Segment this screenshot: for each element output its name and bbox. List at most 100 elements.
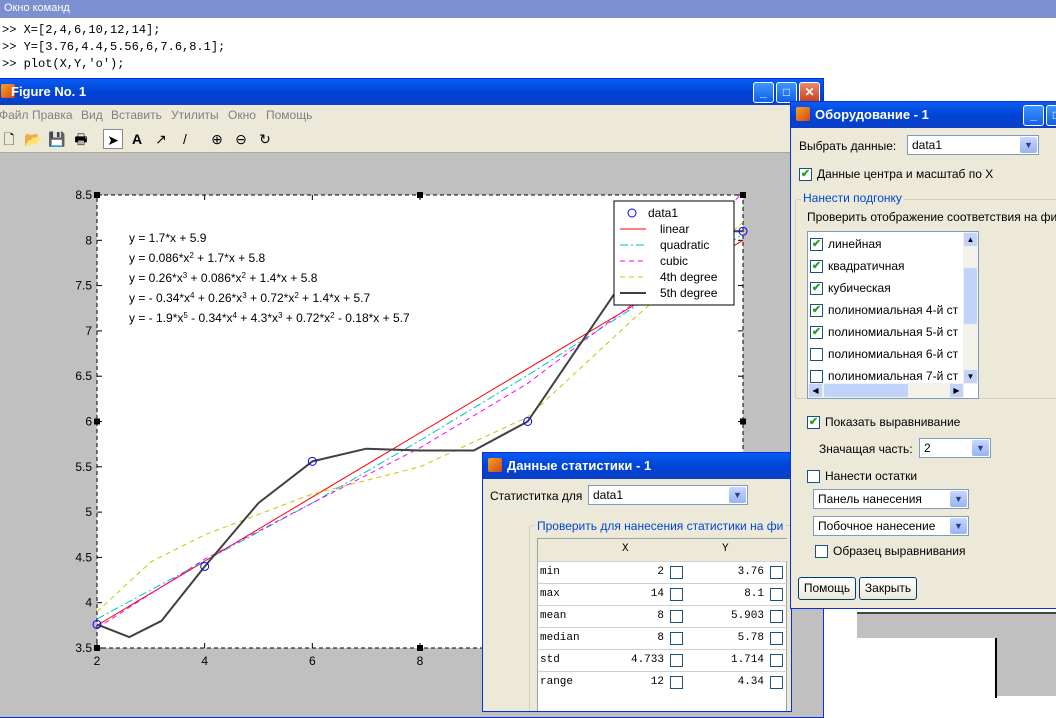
center-scale-label: Данные центра и масштаб по X: [817, 167, 994, 181]
stat-y-checkbox[interactable]: [770, 588, 783, 601]
y-tick-label: 7: [85, 324, 92, 338]
scroll-up-icon[interactable]: ▲: [964, 233, 977, 246]
fitting-title-bar[interactable]: Оборудование - 1 _ □: [791, 102, 1056, 128]
figure-title-bar[interactable]: Figure No. 1 _ □ ✕: [0, 79, 823, 105]
stat-y-value: 4.34: [737, 676, 764, 688]
fit-equation: y = 0.26*x3 + 0.086*x2 + 1.4*x + 5.8: [129, 271, 318, 286]
fit-equation: y = - 1.9*x5 - 0.34*x4 + 4.3*x3 + 0.72*x…: [129, 311, 410, 326]
fit-checkbox[interactable]: ✔: [810, 260, 823, 273]
stats-group-title: Проверить для нанесения статистики на фи: [535, 519, 786, 533]
help-button[interactable]: Помощь: [798, 577, 856, 600]
fit-checkbox[interactable]: ✔: [810, 238, 823, 251]
center-scale-checkbox[interactable]: ✔: [799, 168, 812, 181]
zoom-in-icon[interactable]: ⊕: [207, 129, 227, 149]
scroll-thumb[interactable]: [824, 384, 908, 397]
menu-help[interactable]: Помощь: [266, 108, 312, 122]
stat-name: min: [540, 566, 560, 578]
stat-x-checkbox[interactable]: [670, 610, 683, 623]
show-equations-checkbox[interactable]: ✔: [807, 416, 820, 429]
fit-checkbox[interactable]: [810, 370, 823, 383]
fit-list-item[interactable]: ✔ линейная: [810, 234, 964, 256]
save-icon[interactable]: 💾: [47, 129, 67, 149]
menu-view[interactable]: Вид: [81, 108, 103, 122]
arrow-icon[interactable]: ↗: [151, 129, 171, 149]
fit-checkbox[interactable]: [810, 348, 823, 361]
figure-menu-bar: Файл Правка Вид Вставить Утилиты Окно По…: [0, 105, 823, 125]
zoom-out-icon[interactable]: ⊖: [231, 129, 251, 149]
vertical-scrollbar[interactable]: ▲ ▼: [963, 232, 978, 384]
minimize-button[interactable]: _: [1023, 105, 1044, 126]
y-tick-label: 4: [85, 596, 92, 610]
scroll-down-icon[interactable]: ▼: [964, 370, 977, 383]
maximize-button[interactable]: □: [1046, 105, 1056, 126]
background-panel: [857, 638, 997, 698]
stat-data-select[interactable]: data1 ▼: [588, 485, 748, 505]
maximize-button[interactable]: □: [776, 82, 797, 103]
residual-plot-type-dropdown[interactable]: Панель нанесения ▼: [813, 489, 969, 509]
stat-y-checkbox[interactable]: [770, 632, 783, 645]
y-tick-label: 7.5: [75, 279, 92, 293]
fit-types-list[interactable]: ✔ линейная ✔ квадратичная ✔ кубическая ✔ полино…: [807, 231, 979, 399]
new-file-icon[interactable]: 🗋: [0, 129, 19, 149]
table-row: range 12 4.34: [538, 671, 788, 693]
fit-label: полиномиальная 6-й ст: [828, 347, 959, 361]
close-button[interactable]: ✕: [799, 82, 820, 103]
stat-y-checkbox[interactable]: [770, 676, 783, 689]
fit-list-item[interactable]: полиномиальная 6-й ст: [810, 344, 964, 366]
legend-label: cubic: [660, 254, 688, 268]
stats-title-bar[interactable]: Данные статистики - 1: [483, 453, 791, 479]
menu-file[interactable]: Файл: [0, 108, 29, 122]
command-line: >> Y=[3.76,4.4,5.56,6,7.6,8.1];: [2, 40, 226, 54]
horizontal-scrollbar[interactable]: ◀ ▶: [808, 383, 964, 398]
table-row: mean 8 5.903: [538, 605, 788, 627]
menu-tools[interactable]: Утилиты: [171, 108, 219, 122]
scroll-left-icon[interactable]: ◀: [809, 384, 822, 397]
scroll-thumb[interactable]: [964, 268, 977, 324]
plot-residuals-checkbox[interactable]: [807, 470, 820, 483]
fit-list-item[interactable]: ✔ полиномиальная 5-й ст: [810, 322, 964, 344]
x-tick-label: 8: [417, 654, 424, 668]
y-tick-label: 8.5: [75, 188, 92, 202]
scroll-right-icon[interactable]: ▶: [950, 384, 963, 397]
stat-x-checkbox[interactable]: [670, 654, 683, 667]
menu-window[interactable]: Окно: [228, 108, 256, 122]
select-arrow-icon[interactable]: ➤: [103, 129, 123, 149]
fit-checkbox[interactable]: ✔: [810, 326, 823, 339]
check-fits-label: Проверить отображение соответствия на фи: [807, 210, 1056, 224]
stat-for-label: Статиститка для: [490, 489, 583, 503]
stats-title: Данные статистики - 1: [507, 458, 652, 473]
text-icon[interactable]: A: [127, 129, 147, 149]
residual-location-dropdown[interactable]: Побочное нанесение ▼: [813, 516, 969, 536]
stat-x-checkbox[interactable]: [670, 632, 683, 645]
menu-insert[interactable]: Вставить: [111, 108, 162, 122]
significant-digits-label: Значащая часть:: [819, 442, 913, 456]
fit-list-item[interactable]: ✔ кубическая: [810, 278, 964, 300]
open-folder-icon[interactable]: 📂: [23, 129, 43, 149]
minimize-button[interactable]: _: [753, 82, 774, 103]
menu-edit[interactable]: Правка: [32, 108, 73, 122]
stat-x-checkbox[interactable]: [670, 676, 683, 689]
command-window[interactable]: >> X=[2,4,6,10,12,14]; >> Y=[3.76,4.4,5.…: [0, 18, 1056, 78]
select-data-dropdown[interactable]: data1 ▼: [907, 135, 1039, 155]
fit-list-item[interactable]: ✔ полиномиальная 4-й ст: [810, 300, 964, 322]
stat-x-checkbox[interactable]: [670, 588, 683, 601]
fit-checkbox[interactable]: ✔: [810, 282, 823, 295]
y-tick-label: 6.5: [75, 369, 92, 383]
fit-checkbox[interactable]: ✔: [810, 304, 823, 317]
stat-x-value: 8: [657, 610, 664, 622]
print-icon[interactable]: 🖶: [71, 129, 91, 149]
fit-label: линейная: [828, 237, 882, 251]
significant-digits-dropdown[interactable]: 2 ▼: [919, 438, 991, 458]
line-icon[interactable]: /: [175, 129, 195, 149]
fit-list-item[interactable]: ✔ квадратичная: [810, 256, 964, 278]
close-fitting-button[interactable]: Закрыть: [859, 577, 917, 600]
stat-x-value: 8: [657, 632, 664, 644]
stat-y-checkbox[interactable]: [770, 610, 783, 623]
rotate-icon[interactable]: ↻: [255, 129, 275, 149]
show-norm-checkbox[interactable]: [815, 545, 828, 558]
stat-y-checkbox[interactable]: [770, 566, 783, 579]
stat-y-checkbox[interactable]: [770, 654, 783, 667]
stat-x-checkbox[interactable]: [670, 566, 683, 579]
table-row: std 4.733 1.714: [538, 649, 788, 671]
table-row: max 14 8.1: [538, 583, 788, 605]
